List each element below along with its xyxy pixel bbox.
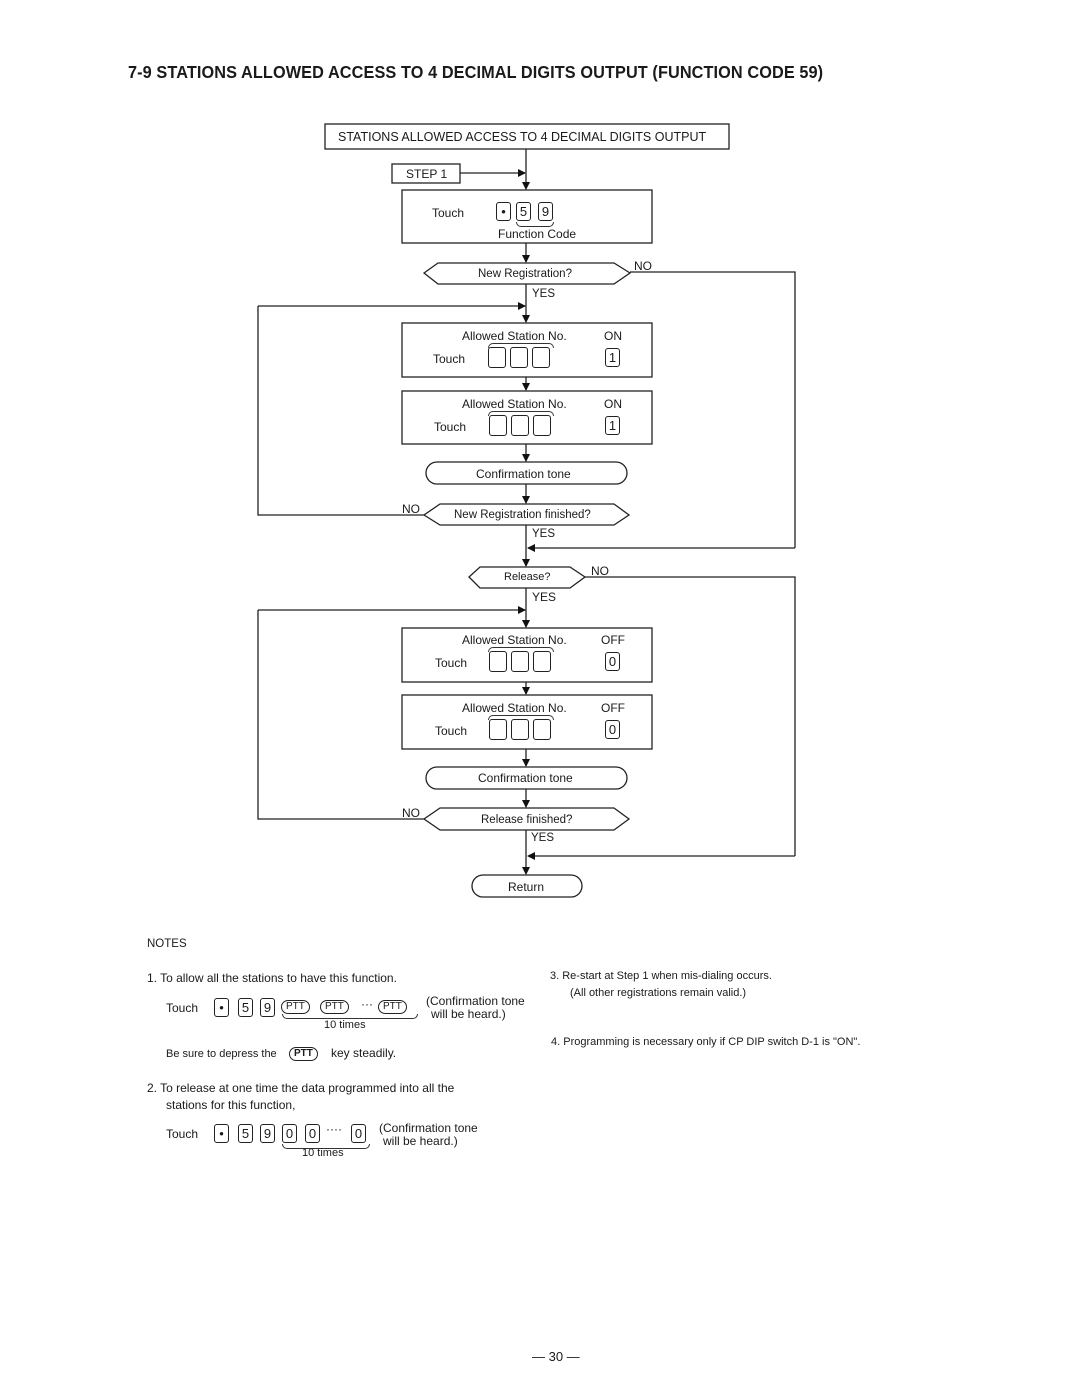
return-label: Return xyxy=(508,880,545,894)
touch-label: Touch xyxy=(166,1001,199,1015)
key-5: 5 xyxy=(238,998,253,1017)
key-ptt: PTT xyxy=(281,1000,310,1014)
key-1: 1 xyxy=(605,348,620,367)
key-0: 0 xyxy=(351,1124,366,1143)
touch-label: Touch xyxy=(435,724,468,738)
no-loop-left-1 xyxy=(257,306,424,516)
blank-key xyxy=(489,415,507,436)
allowed-station-caption: Allowed Station No. xyxy=(462,701,567,715)
note-3-line-1: 3. Re-start at Step 1 when mis-dialing o… xyxy=(550,970,772,982)
state-on-label: ON xyxy=(604,329,622,343)
key-0: 0 xyxy=(605,720,620,739)
key-ptt: PTT xyxy=(320,1000,349,1014)
repeat-label: 10 times xyxy=(302,1147,344,1159)
notes-heading: NOTES xyxy=(147,938,187,950)
key-9: 9 xyxy=(260,998,275,1017)
key-5: 5 xyxy=(516,202,531,221)
blank-key xyxy=(533,415,551,436)
page-number: — 30 — xyxy=(532,1349,580,1364)
allowed-station-caption: Allowed Station No. xyxy=(462,329,567,343)
touch-label: Touch xyxy=(434,420,467,434)
key-dot: • xyxy=(214,998,229,1017)
decision-new-registration-label: New Registration? xyxy=(478,268,572,280)
blank-key xyxy=(511,415,529,436)
key-1: 1 xyxy=(605,416,620,435)
no-label: NO xyxy=(591,564,609,578)
blank-key xyxy=(511,651,529,672)
touch-label: Touch xyxy=(432,206,465,220)
key-dot: • xyxy=(496,202,511,221)
key-dot: • xyxy=(214,1124,229,1143)
decision-release-finished-label: Release finished? xyxy=(481,814,573,826)
confirmation-tone-label: Confirmation tone xyxy=(478,771,573,785)
yes-label: YES xyxy=(531,832,555,844)
no-label: NO xyxy=(402,502,420,516)
blank-key xyxy=(510,347,528,368)
yes-label: YES xyxy=(532,590,557,604)
touch-label: Touch xyxy=(433,352,466,366)
no-loop-1 xyxy=(630,271,796,548)
confirmation-tone-label: Confirmation tone xyxy=(476,467,571,481)
header-box-label: STATIONS ALLOWED ACCESS TO 4 DECIMAL DIG… xyxy=(338,130,707,144)
blank-key xyxy=(511,719,529,740)
ellipsis: ···· xyxy=(326,1122,342,1136)
note-3-line-2: (All other registrations remain valid.) xyxy=(570,987,747,999)
blank-key xyxy=(533,651,551,672)
yes-label: YES xyxy=(532,288,556,300)
key-0: 0 xyxy=(305,1124,320,1143)
key-5: 5 xyxy=(238,1124,253,1143)
allowed-station-caption: Allowed Station No. xyxy=(462,633,567,647)
blank-key xyxy=(532,347,550,368)
decision-new-reg-finished-label: New Registration finished? xyxy=(454,509,591,521)
allowed-station-caption: Allowed Station No. xyxy=(462,397,567,411)
key-0: 0 xyxy=(605,652,620,671)
result-line-2: will be heard.) xyxy=(431,1007,506,1021)
repeat-label: 10 times xyxy=(324,1019,366,1031)
key-0: 0 xyxy=(282,1124,297,1143)
hint-suffix: key steadily. xyxy=(331,1046,397,1060)
no-label: NO xyxy=(402,806,420,820)
no-label: NO xyxy=(634,259,652,273)
ellipsis: ··· xyxy=(361,997,373,1011)
function-code-caption: Function Code xyxy=(498,227,577,241)
key-ptt: PTT xyxy=(378,1000,407,1014)
state-off-label: OFF xyxy=(601,701,625,715)
result-line-2: will be heard.) xyxy=(383,1134,458,1148)
state-on-label: ON xyxy=(604,397,622,411)
key-9: 9 xyxy=(538,202,553,221)
note-1-text: 1. To allow all the stations to have thi… xyxy=(147,971,397,985)
blank-key xyxy=(533,719,551,740)
blank-key xyxy=(489,719,507,740)
touch-label: Touch xyxy=(435,656,468,670)
decision-release-label: Release? xyxy=(504,571,551,583)
yes-label: YES xyxy=(532,528,556,540)
step-label: STEP 1 xyxy=(406,167,448,181)
blank-key xyxy=(489,651,507,672)
state-off-label: OFF xyxy=(601,633,625,647)
touch-label: Touch xyxy=(166,1127,199,1141)
note-2-line-1: 2. To release at one time the data progr… xyxy=(147,1081,455,1095)
note-4: 4. Programming is necessary only if CP D… xyxy=(551,1036,861,1048)
hint-prefix: Be sure to depress the xyxy=(166,1048,277,1060)
key-ptt: PTT xyxy=(289,1047,318,1061)
blank-key xyxy=(488,347,506,368)
note-2-line-2: stations for this function, xyxy=(166,1098,296,1112)
key-9: 9 xyxy=(260,1124,275,1143)
